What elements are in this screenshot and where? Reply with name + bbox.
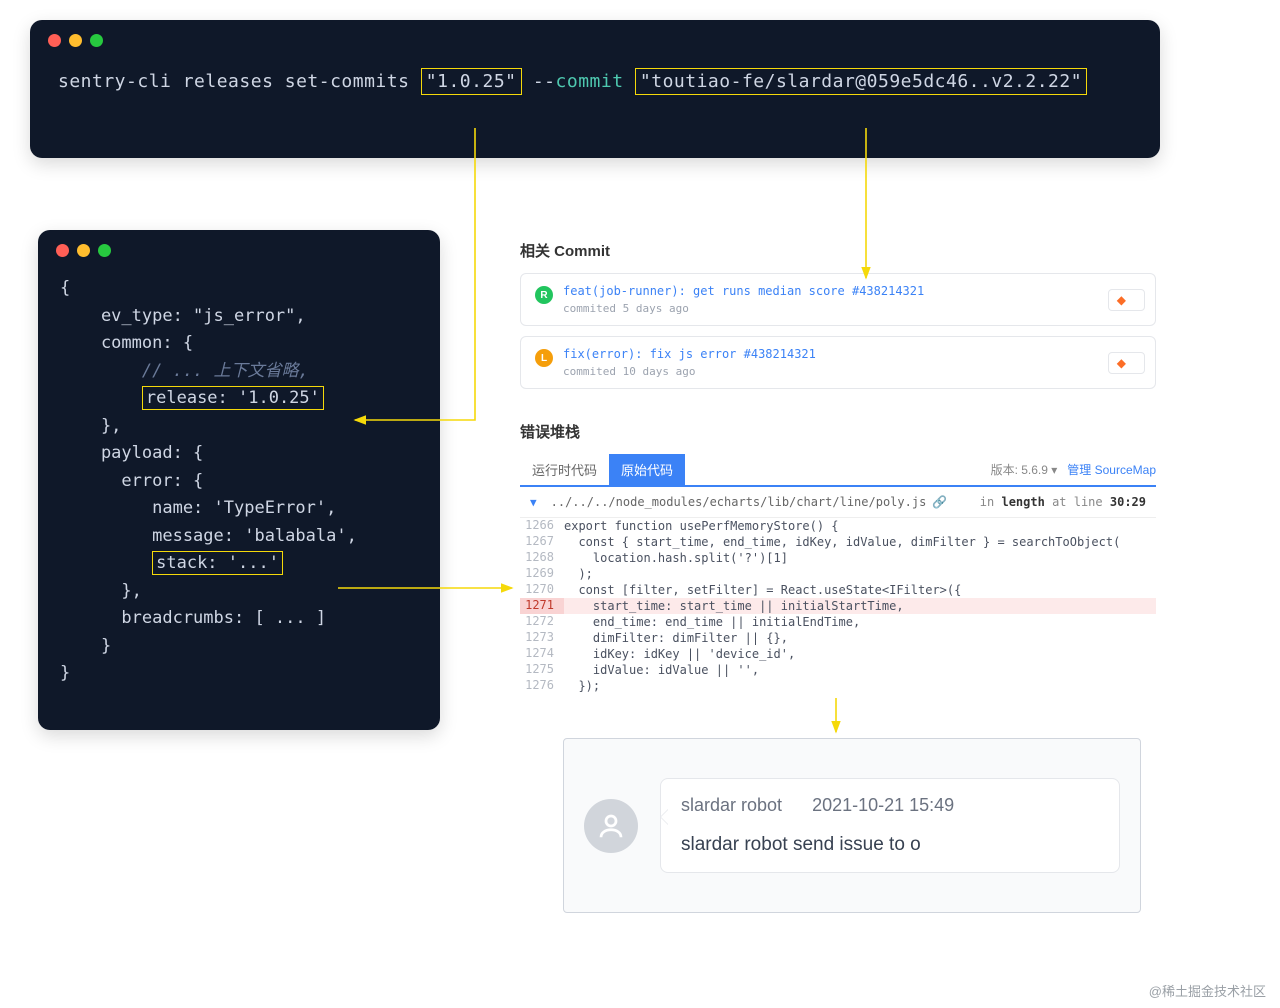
code-text: end_time: end_time || initialEndTime, [564, 614, 1156, 630]
code-block: 1266export function usePerfMemoryStore()… [520, 518, 1156, 694]
commit-meta: commited 10 days ago [563, 365, 1141, 378]
commit-card[interactable]: Rfeat(job-runner): get runs median score… [520, 273, 1156, 326]
code-text: }); [564, 678, 1156, 694]
code-text: const { start_time, end_time, idKey, idV… [564, 534, 1156, 550]
chat-sender: slardar robot [681, 795, 782, 816]
watermark: @稀土掘金技术社区 [1149, 981, 1266, 1000]
stacktrace-tabs: 运行时代码 原始代码 版本: 5.6.9 ▾ 管理 SourceMap [520, 454, 1156, 487]
code-text: export function usePerfMemoryStore() { [564, 518, 1156, 534]
stacktrace-heading: 错误堆栈 [520, 421, 1156, 442]
code-text: location.hash.split('?')[1] [564, 550, 1156, 566]
close-icon[interactable] [48, 34, 61, 47]
line-number: 1275 [520, 662, 564, 678]
code-row: 1275 idValue: idValue || '', [520, 662, 1156, 678]
line-number: 1267 [520, 534, 564, 550]
related-commit-heading: 相关 Commit [520, 240, 1156, 261]
cli-prefix: sentry-cli releases set-commits [58, 71, 409, 92]
trace-file-path: ../../../node_modules/echarts/lib/chart/… [551, 495, 927, 509]
tab-source-code[interactable]: 原始代码 [609, 454, 685, 485]
left-terminal: { ev_type: "js_error", common: { // ... … [38, 230, 440, 730]
stack-highlight: stack: '...' [152, 551, 283, 575]
window-controls [30, 20, 1160, 47]
code-row: 1274 idKey: idKey || 'device_id', [520, 646, 1156, 662]
code-row: 1271 start_time: start_time || initialSt… [520, 598, 1156, 614]
chat-time: 2021-10-21 15:49 [812, 795, 954, 816]
code-text: idValue: idValue || '', [564, 662, 1156, 678]
caret-down-icon[interactable]: ▼ [530, 496, 537, 509]
code-row: 1269 ); [520, 566, 1156, 582]
code-row: 1270 const [filter, setFilter] = React.u… [520, 582, 1156, 598]
line-number: 1266 [520, 518, 564, 534]
maximize-icon[interactable] [98, 244, 111, 257]
commit-title[interactable]: fix(error): fix js error #438214321 [563, 347, 1141, 361]
code-text: idKey: idKey || 'device_id', [564, 646, 1156, 662]
gitlab-icon: ◆ [1117, 293, 1126, 307]
code-row: 1267 const { start_time, end_time, idKey… [520, 534, 1156, 550]
error-json: { ev_type: "js_error", common: { // ... … [38, 257, 440, 710]
commit-avatar: R [535, 286, 553, 304]
cli-command: sentry-cli releases set-commits "1.0.25"… [30, 47, 1160, 120]
code-text: start_time: start_time || initialStartTi… [564, 598, 1156, 614]
right-column: 相关 Commit Rfeat(job-runner): get runs me… [520, 240, 1156, 694]
chat-bubble: slardar robot 2021-10-21 15:49 slardar r… [660, 778, 1120, 873]
top-terminal: sentry-cli releases set-commits "1.0.25"… [30, 20, 1160, 158]
version-dropdown[interactable]: 5.6.9 ▾ [1021, 463, 1057, 477]
close-icon[interactable] [56, 244, 69, 257]
code-text: ); [564, 566, 1156, 582]
minimize-icon[interactable] [69, 34, 82, 47]
cli-commit-keyword: commit [556, 71, 624, 92]
window-controls [38, 230, 440, 257]
chat-card: slardar robot 2021-10-21 15:49 slardar r… [563, 738, 1141, 913]
code-row: 1272 end_time: end_time || initialEndTim… [520, 614, 1156, 630]
manage-sourcemap-link[interactable]: 管理 SourceMap [1067, 461, 1156, 478]
cli-repo-ref-highlight: "toutiao-fe/slardar@059e5dc46..v2.2.22" [635, 68, 1087, 95]
code-text: dimFilter: dimFilter || {}, [564, 630, 1156, 646]
code-row: 1273 dimFilter: dimFilter || {}, [520, 630, 1156, 646]
release-highlight: release: '1.0.25' [142, 386, 324, 410]
code-row: 1276 }); [520, 678, 1156, 694]
line-number: 1271 [520, 598, 564, 614]
code-text: const [filter, setFilter] = React.useSta… [564, 582, 1156, 598]
line-number: 1274 [520, 646, 564, 662]
tab-runtime-code[interactable]: 运行时代码 [520, 454, 609, 485]
gitlab-icon: ◆ [1117, 356, 1126, 370]
trace-location: in length at line 30:29 [980, 495, 1146, 509]
trace-file-header[interactable]: ▼ ../../../node_modules/echarts/lib/char… [520, 487, 1156, 518]
chat-message: slardar robot send issue to o [681, 834, 1099, 856]
line-number: 1272 [520, 614, 564, 630]
minimize-icon[interactable] [77, 244, 90, 257]
line-number: 1270 [520, 582, 564, 598]
line-number: 1273 [520, 630, 564, 646]
maximize-icon[interactable] [90, 34, 103, 47]
commit-card[interactable]: Lfix(error): fix js error #438214321 comm… [520, 336, 1156, 389]
gitlab-badge[interactable]: ◆ [1108, 352, 1145, 374]
avatar [584, 799, 638, 853]
code-row: 1268 location.hash.split('?')[1] [520, 550, 1156, 566]
line-number: 1269 [520, 566, 564, 582]
commit-title[interactable]: feat(job-runner): get runs median score … [563, 284, 1141, 298]
code-row: 1266export function usePerfMemoryStore()… [520, 518, 1156, 534]
commit-meta: commited 5 days ago [563, 302, 1141, 315]
commit-avatar: L [535, 349, 553, 367]
cli-version-highlight: "1.0.25" [421, 68, 522, 95]
gitlab-badge[interactable]: ◆ [1108, 289, 1145, 311]
link-icon[interactable]: 🔗 [932, 495, 947, 509]
line-number: 1276 [520, 678, 564, 694]
line-number: 1268 [520, 550, 564, 566]
version-label: 版本: 5.6.9 ▾ [991, 461, 1058, 478]
cli-flag-dashes: -- [533, 71, 556, 92]
